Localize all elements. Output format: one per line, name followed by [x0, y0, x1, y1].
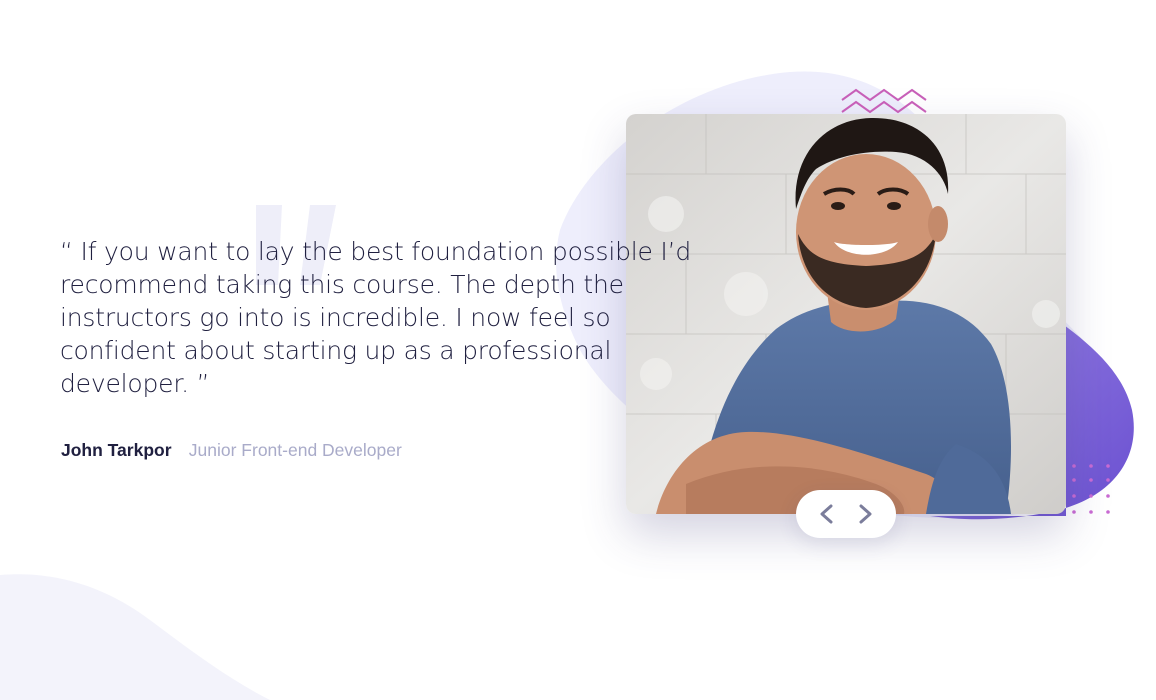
testimonial-quote: “ If you want to lay the best foundation… [60, 237, 692, 398]
next-button[interactable] [850, 499, 880, 529]
chevron-right-icon [859, 504, 872, 524]
testimonial-navigation [796, 490, 896, 538]
previous-button[interactable] [812, 499, 842, 529]
testimonial-author: John Tarkpor Junior Front-end Developer [61, 440, 402, 461]
testimonial-section: “ If you want to lay the best foundation… [0, 0, 1156, 700]
author-role: Junior Front-end Developer [188, 440, 402, 460]
zigzag-icon [841, 88, 927, 114]
chevron-left-icon [820, 504, 833, 524]
author-name: John Tarkpor [61, 440, 172, 460]
dots-pattern-icon [1072, 464, 1110, 514]
